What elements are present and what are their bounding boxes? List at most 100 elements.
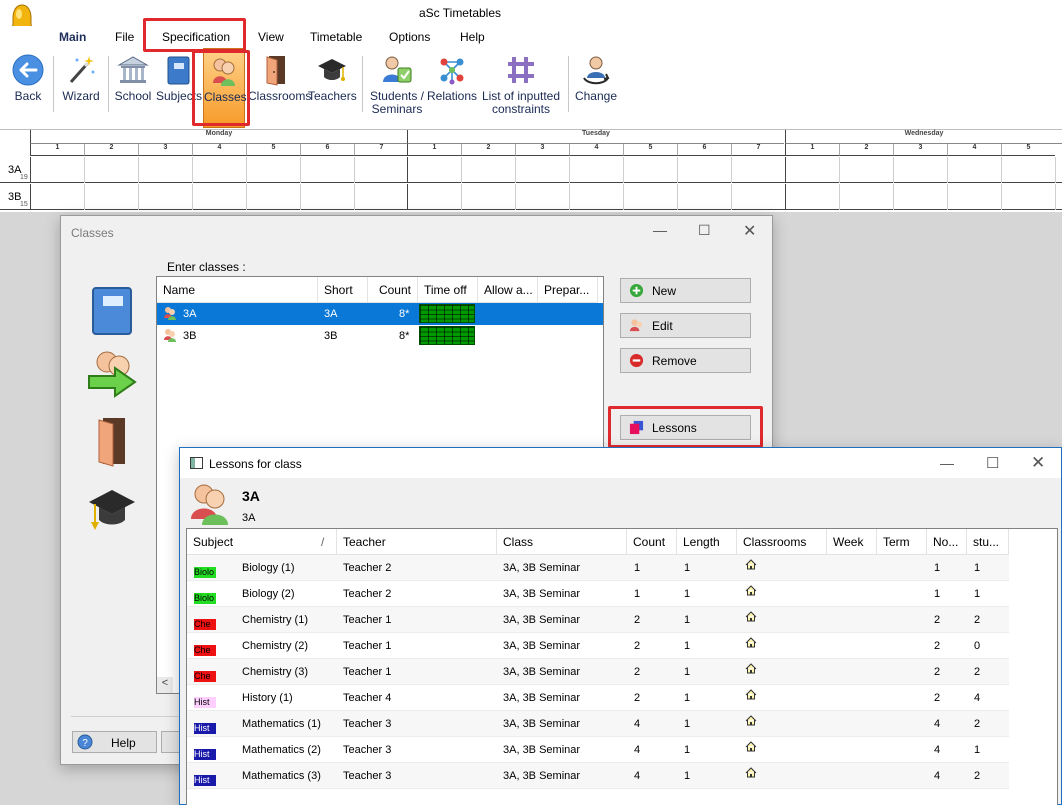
maximize-icon[interactable]: ☐ bbox=[698, 222, 711, 239]
column-header-subject[interactable]: Subject bbox=[187, 529, 337, 555]
students-arrow-icon[interactable] bbox=[85, 348, 139, 402]
timetable-cell[interactable] bbox=[192, 184, 246, 210]
timetable-cell[interactable] bbox=[731, 157, 785, 183]
column-header-week[interactable]: Week bbox=[827, 529, 877, 555]
teacher-cap-icon[interactable] bbox=[85, 482, 139, 536]
timetable-cell[interactable] bbox=[677, 184, 731, 210]
subjects-button[interactable]: Subjects bbox=[156, 48, 202, 128]
timetable-cell[interactable] bbox=[569, 184, 623, 210]
timetable-cell[interactable] bbox=[515, 184, 569, 210]
timetable-cell[interactable] bbox=[839, 157, 893, 183]
lesson-row[interactable]: Biolo Biology (1) Teacher 2 3A, 3B Seminar 1… bbox=[187, 555, 1009, 581]
timetable-cell[interactable] bbox=[1001, 157, 1055, 183]
classrooms-button[interactable]: Classrooms bbox=[248, 48, 311, 128]
column-header-name[interactable]: Name bbox=[157, 277, 318, 303]
column-header-time-off[interactable]: Time off bbox=[418, 277, 478, 303]
classes-button[interactable]: Classes bbox=[203, 48, 247, 128]
timetable-cell[interactable] bbox=[1001, 184, 1055, 210]
menu-help[interactable]: Help bbox=[460, 30, 485, 44]
minimize-icon[interactable]: — bbox=[653, 222, 667, 238]
column-header-teacher[interactable]: Teacher bbox=[337, 529, 497, 555]
scroll-left-arrow[interactable]: < bbox=[157, 677, 173, 693]
edit-button[interactable]: Edit bbox=[620, 313, 751, 338]
timetable-cell[interactable] bbox=[30, 157, 84, 183]
lesson-row[interactable]: Che Chemistry (1) Teacher 1 3A, 3B Seminar 2… bbox=[187, 607, 1009, 633]
minimize-icon[interactable]: — bbox=[940, 455, 954, 471]
lesson-row[interactable]: Hist Mathematics (1) Teacher 3 3A, 3B Semin… bbox=[187, 711, 1009, 737]
column-header-prepare[interactable]: Prepar... bbox=[538, 277, 598, 303]
change-button[interactable]: Change bbox=[574, 48, 618, 128]
timetable-cell[interactable] bbox=[893, 157, 947, 183]
timetable-cell[interactable] bbox=[192, 157, 246, 183]
menu-specification[interactable]: Specification bbox=[162, 30, 230, 44]
timetable-cell[interactable] bbox=[138, 184, 192, 210]
lessons-button[interactable]: Lessons bbox=[620, 415, 751, 440]
lessons-table[interactable]: Subject Teacher Class Count Length Classrooms… bbox=[186, 528, 1058, 805]
timetable-cell[interactable] bbox=[947, 157, 1001, 183]
timetable-cell[interactable] bbox=[893, 184, 947, 210]
help-button[interactable]: ? Help bbox=[72, 731, 157, 753]
new-button[interactable]: New bbox=[620, 278, 751, 303]
timetable-cell[interactable] bbox=[785, 157, 839, 183]
lesson-row[interactable]: Che Chemistry (3) Teacher 1 3A, 3B Seminar 2… bbox=[187, 659, 1009, 685]
column-header-term[interactable]: Term bbox=[877, 529, 927, 555]
column-header-class[interactable]: Class bbox=[497, 529, 627, 555]
back-button[interactable]: Back bbox=[8, 48, 48, 128]
close-icon[interactable]: ✕ bbox=[1031, 453, 1045, 473]
menu-timetable[interactable]: Timetable bbox=[310, 30, 362, 44]
timetable-cell[interactable] bbox=[623, 184, 677, 210]
remove-button[interactable]: Remove bbox=[620, 348, 751, 373]
menu-options[interactable]: Options bbox=[389, 30, 430, 44]
teachers-button[interactable]: Teachers bbox=[308, 48, 357, 128]
timetable-cell[interactable] bbox=[677, 157, 731, 183]
column-header-allow[interactable]: Allow a... bbox=[478, 277, 538, 303]
timetable-cell[interactable] bbox=[138, 157, 192, 183]
relations-button[interactable]: Relations bbox=[426, 48, 478, 128]
menu-main[interactable]: Main bbox=[59, 30, 86, 44]
classroom-door-icon[interactable] bbox=[85, 414, 139, 468]
lesson-row[interactable]: Che Chemistry (2) Teacher 1 3A, 3B Seminar 2… bbox=[187, 633, 1009, 659]
timetable-cell[interactable] bbox=[407, 157, 461, 183]
wizard-button[interactable]: Wizard bbox=[58, 48, 104, 128]
subjects-book-icon[interactable] bbox=[85, 284, 139, 338]
column-header-length[interactable]: Length bbox=[677, 529, 737, 555]
class-row[interactable]: 3B 3B 8* bbox=[157, 325, 603, 347]
timetable-cell[interactable] bbox=[623, 157, 677, 183]
timetable-cell[interactable] bbox=[407, 184, 461, 210]
timetable-cell[interactable] bbox=[839, 184, 893, 210]
timetable-cell[interactable] bbox=[30, 184, 84, 210]
timetable-cell[interactable] bbox=[569, 157, 623, 183]
timetable-cell[interactable] bbox=[947, 184, 1001, 210]
constraints-list-button[interactable]: List of inputted constraints bbox=[478, 48, 564, 128]
lesson-row[interactable]: Biolo Biology (2) Teacher 2 3A, 3B Seminar 1… bbox=[187, 581, 1009, 607]
menu-file[interactable]: File bbox=[115, 30, 134, 44]
column-header-short[interactable]: Short bbox=[318, 277, 368, 303]
column-header-count[interactable]: Count bbox=[627, 529, 677, 555]
lesson-row[interactable]: Hist Mathematics (3) Teacher 3 3A, 3B Semin… bbox=[187, 763, 1009, 789]
timetable-cell[interactable] bbox=[246, 157, 300, 183]
timetable-cell[interactable] bbox=[246, 184, 300, 210]
timetable-cell[interactable] bbox=[1055, 157, 1062, 183]
column-header-stu[interactable]: stu... bbox=[967, 529, 1009, 555]
timetable-cell[interactable] bbox=[461, 184, 515, 210]
timetable-cell[interactable] bbox=[300, 157, 354, 183]
timetable-cell[interactable] bbox=[354, 184, 408, 210]
column-header-no[interactable]: No... bbox=[927, 529, 967, 555]
timetable-cell[interactable] bbox=[515, 157, 569, 183]
timetable-cell[interactable] bbox=[354, 157, 408, 183]
timetable-cell[interactable] bbox=[84, 184, 138, 210]
timetable-cell[interactable] bbox=[785, 184, 839, 210]
school-button[interactable]: School bbox=[113, 48, 153, 128]
timetable-cell[interactable] bbox=[84, 157, 138, 183]
timetable-cell[interactable] bbox=[731, 184, 785, 210]
lesson-row[interactable]: Hist History (1) Teacher 4 3A, 3B Seminar 2 1… bbox=[187, 685, 1009, 711]
timetable-cell[interactable] bbox=[300, 184, 354, 210]
column-header-classrooms[interactable]: Classrooms bbox=[737, 529, 827, 555]
close-icon[interactable]: ✕ bbox=[743, 221, 756, 241]
maximize-icon[interactable]: ☐ bbox=[986, 454, 999, 472]
timetable-cell[interactable] bbox=[461, 157, 515, 183]
column-header-count[interactable]: Count bbox=[368, 277, 418, 303]
students-seminars-button[interactable]: Students / Seminars bbox=[368, 48, 426, 128]
lesson-row[interactable]: Hist Mathematics (2) Teacher 3 3A, 3B Semin… bbox=[187, 737, 1009, 763]
timetable-cell[interactable] bbox=[1055, 184, 1062, 210]
